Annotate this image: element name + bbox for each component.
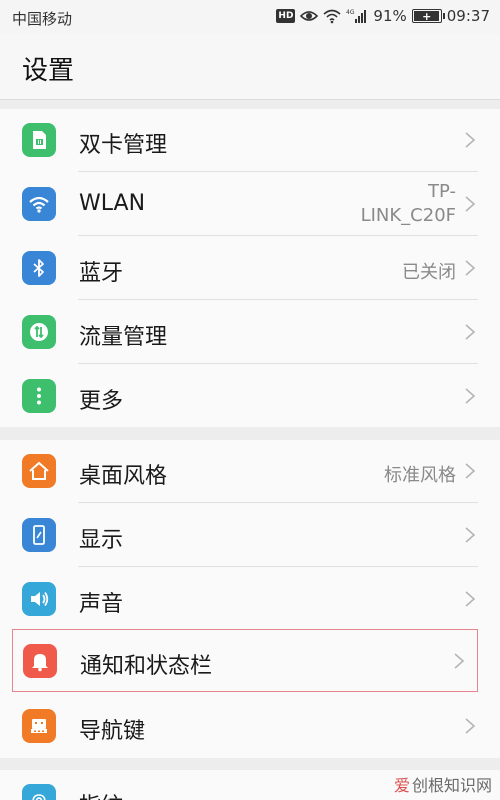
settings-item-label: 更多	[79, 389, 124, 414]
settings-item-label: 流量管理	[79, 325, 168, 350]
page-title: 设置	[22, 56, 75, 86]
home-icon	[22, 454, 56, 488]
bluetooth-status: 已关闭	[402, 262, 456, 283]
chevron-right-icon	[465, 463, 476, 479]
data-usage-icon	[22, 315, 56, 349]
divider	[78, 363, 478, 364]
settings-item-bluetooth[interactable]: 蓝牙 已关闭	[0, 237, 500, 300]
more-icon	[22, 379, 56, 413]
wifi-status-icon	[323, 9, 341, 24]
wlan-network-name-line1: TP-	[428, 181, 456, 202]
chevron-right-icon	[465, 388, 476, 404]
sim-card-icon	[22, 123, 56, 157]
divider	[78, 235, 478, 236]
settings-item-label: 导航键	[79, 719, 146, 744]
settings-item-data-usage[interactable]: 流量管理	[0, 301, 500, 364]
watermark-accent: 爱	[393, 776, 410, 795]
title-bar: 设置	[0, 34, 500, 100]
clock: 09:37	[446, 7, 490, 25]
watermark: 爱创根知识网	[394, 772, 492, 796]
settings-item-label: 声音	[79, 592, 124, 617]
bluetooth-icon	[22, 251, 56, 285]
settings-item-label: 双卡管理	[79, 133, 168, 158]
settings-item-label: 显示	[79, 528, 124, 553]
battery-icon: +	[411, 9, 445, 23]
chevron-right-icon	[465, 260, 476, 276]
divider	[78, 566, 478, 567]
signal-strength-icon: 4G	[346, 9, 367, 23]
settings-item-label: 指纹	[79, 788, 123, 800]
chevron-right-icon	[465, 591, 476, 607]
chevron-right-icon	[465, 527, 476, 543]
settings-item-wlan[interactable]: WLAN TP- LINK_C20F	[0, 173, 500, 236]
settings-item-label: WLAN	[79, 191, 146, 216]
fingerprint-icon	[22, 784, 56, 800]
hd-voice-icon: HD	[276, 9, 296, 23]
settings-group-personalization: 桌面风格 标准风格 显示 声音 通知和状态栏 导航键	[0, 440, 500, 758]
settings-item-navigation-keys[interactable]: 导航键	[0, 695, 500, 758]
battery-percent: 91%	[373, 7, 407, 25]
display-icon	[22, 518, 56, 552]
wlan-network-name-line2: LINK_C20F	[360, 205, 456, 226]
chevron-right-icon	[465, 324, 476, 340]
divider	[78, 299, 478, 300]
chevron-right-icon	[465, 132, 476, 148]
settings-item-label: 桌面风格	[79, 464, 168, 489]
settings-item-home-style[interactable]: 桌面风格 标准风格	[0, 440, 500, 503]
settings-item-label: 蓝牙	[79, 261, 124, 286]
settings-item-dual-sim[interactable]: 双卡管理	[0, 109, 500, 172]
eye-comfort-icon	[300, 11, 319, 21]
settings-item-sound[interactable]: 声音	[0, 568, 500, 631]
network-type-label: 4G	[346, 9, 355, 16]
divider	[78, 502, 478, 503]
chevron-right-icon	[465, 196, 476, 212]
home-style-value: 标准风格	[384, 465, 456, 486]
settings-item-display[interactable]: 显示	[0, 504, 500, 567]
status-icons: HD 4G 91% + 09:37	[276, 7, 490, 25]
settings-item-more[interactable]: 更多	[0, 365, 500, 428]
settings-group-connectivity: 双卡管理 WLAN TP- LINK_C20F 蓝牙 已关闭 流量管理 更多	[0, 109, 500, 427]
watermark-text: 创根知识网	[411, 776, 492, 795]
status-bar: 中国移动 HD 4G 91% + 09:37	[0, 0, 500, 34]
bell-icon	[23, 644, 57, 678]
wlan-network-name: TP- LINK_C20F	[361, 180, 456, 228]
navigation-keys-icon	[22, 709, 56, 743]
chevron-right-icon	[454, 653, 465, 669]
charging-icon: +	[422, 9, 432, 23]
chevron-right-icon	[465, 718, 476, 734]
carrier-name: 中国移动	[12, 10, 73, 28]
speaker-icon	[22, 582, 56, 616]
wifi-icon	[22, 187, 56, 221]
settings-item-label: 通知和状态栏	[80, 654, 213, 679]
settings-item-notifications[interactable]: 通知和状态栏	[12, 629, 478, 692]
divider	[78, 171, 478, 172]
